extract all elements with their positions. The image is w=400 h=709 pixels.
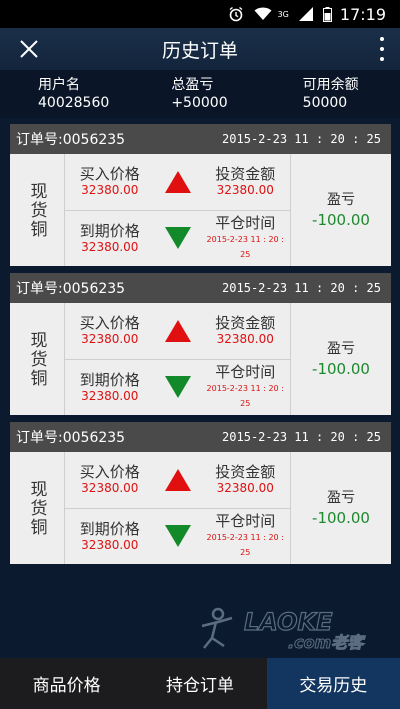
invest-amount-label: 投资金额 <box>215 463 276 482</box>
svg-text:.com老客: .com老客 <box>288 633 366 652</box>
order-time: 2015-2-23 11 : 20 : 25 <box>222 430 381 444</box>
close-time-value: 2015-2-23 11 : 20 : 25 <box>206 533 284 558</box>
invest-amount-label: 投资金额 <box>215 314 276 333</box>
status-bar: 3G 17:19 <box>0 0 400 28</box>
summary-profit: 总盈亏 +50000 <box>135 70 268 118</box>
bottom-tab-bar: 商品价格 持仓订单 交易历史 <box>0 658 400 709</box>
product-name: 现货铜 <box>26 479 47 537</box>
expire-price-label: 到期价格 <box>79 370 140 389</box>
buy-price-value: 32380.00 <box>81 332 139 347</box>
close-time-value: 2015-2-23 11 : 20 : 25 <box>206 235 284 260</box>
up-arrow-icon <box>155 170 201 193</box>
down-arrow-icon <box>155 376 201 399</box>
expire-price-value: 32380.00 <box>81 537 139 552</box>
down-arrow-icon <box>155 227 201 250</box>
app-header: 历史订单 <box>0 28 400 70</box>
invest-amount-value: 32380.00 <box>216 332 274 347</box>
svg-text:LAOKE: LAOKE <box>244 608 333 636</box>
total-profit-value: +50000 <box>171 95 228 111</box>
network-type-label: 3G <box>277 9 289 19</box>
page-title: 历史订单 <box>161 39 238 62</box>
close-time-label: 平仓时间 <box>215 214 276 233</box>
total-profit-label: 总盈亏 <box>171 77 214 93</box>
more-options-icon[interactable] <box>376 35 388 63</box>
alarm-icon <box>228 6 244 22</box>
account-summary: 用户名 40028560 总盈亏 +50000 可用余额 50000 <box>0 70 400 118</box>
order-card[interactable]: 订单号:0056235 2015-2-23 11 : 20 : 25 现货铜 买… <box>10 124 391 266</box>
order-header: 订单号:0056235 2015-2-23 11 : 20 : 25 <box>10 273 391 303</box>
buy-price-value: 32380.00 <box>81 183 139 198</box>
expire-price-value: 32380.00 <box>81 388 139 403</box>
order-card[interactable]: 订单号:0056235 2015-2-23 11 : 20 : 25 现货铜 买… <box>10 273 391 415</box>
product-name: 现货铜 <box>26 330 47 388</box>
watermark-logo: LAOKE .com老客 <box>196 604 381 653</box>
invest-amount-label: 投资金额 <box>215 165 276 184</box>
close-time-label: 平仓时间 <box>215 363 276 382</box>
summary-balance: 可用余额 50000 <box>269 70 400 118</box>
battery-icon <box>322 6 332 22</box>
expire-price-value: 32380.00 <box>81 239 139 254</box>
clock: 17:19 <box>339 4 386 24</box>
order-number: 订单号:0056235 <box>16 281 126 297</box>
tab-product-prices[interactable]: 商品价格 <box>0 658 133 709</box>
order-body: 现货铜 买入价格 32380.00 投资金额 32380.00 到期价格 323… <box>10 452 391 564</box>
profit-loss-label: 盈亏 <box>327 192 355 208</box>
order-body: 现货铜 买入价格 32380.00 投资金额 32380.00 到期价格 323… <box>10 154 391 266</box>
buy-price-label: 买入价格 <box>79 314 140 333</box>
order-time: 2015-2-23 11 : 20 : 25 <box>222 281 381 295</box>
order-number: 订单号:0056235 <box>16 132 126 148</box>
profit-loss-value: -100.00 <box>312 211 370 229</box>
profit-loss-label: 盈亏 <box>327 341 355 357</box>
profit-loss-value: -100.00 <box>312 509 370 527</box>
wifi-icon <box>254 7 272 21</box>
order-header: 订单号:0056235 2015-2-23 11 : 20 : 25 <box>10 124 391 154</box>
order-number: 订单号:0056235 <box>16 430 126 446</box>
tab-trade-history[interactable]: 交易历史 <box>266 658 400 709</box>
buy-price-label: 买入价格 <box>79 165 140 184</box>
order-list: 订单号:0056235 2015-2-23 11 : 20 : 25 现货铜 买… <box>10 124 391 571</box>
order-card[interactable]: 订单号:0056235 2015-2-23 11 : 20 : 25 现货铜 买… <box>10 422 391 564</box>
up-arrow-icon <box>155 468 201 491</box>
order-header: 订单号:0056235 2015-2-23 11 : 20 : 25 <box>10 422 391 452</box>
signal-icon <box>298 7 313 21</box>
profit-loss-value: -100.00 <box>312 360 370 378</box>
expire-price-label: 到期价格 <box>79 519 140 538</box>
expire-price-label: 到期价格 <box>79 221 140 240</box>
buy-price-value: 32380.00 <box>81 481 139 496</box>
down-arrow-icon <box>155 525 201 548</box>
close-time-label: 平仓时间 <box>215 512 276 531</box>
user-label: 用户名 <box>38 77 80 93</box>
balance-label: 可用余额 <box>302 77 359 93</box>
profit-loss-label: 盈亏 <box>327 490 355 506</box>
user-value: 40028560 <box>38 95 110 111</box>
order-body: 现货铜 买入价格 32380.00 投资金额 32380.00 到期价格 323… <box>10 303 391 415</box>
summary-user: 用户名 40028560 <box>0 70 135 118</box>
product-name: 现货铜 <box>26 181 47 239</box>
tab-open-orders[interactable]: 持仓订单 <box>133 658 266 709</box>
order-time: 2015-2-23 11 : 20 : 25 <box>222 132 381 146</box>
close-icon[interactable] <box>18 38 40 60</box>
up-arrow-icon <box>155 319 201 342</box>
invest-amount-value: 32380.00 <box>216 183 274 198</box>
invest-amount-value: 32380.00 <box>216 481 274 496</box>
close-time-value: 2015-2-23 11 : 20 : 25 <box>206 384 284 409</box>
buy-price-label: 买入价格 <box>79 463 140 482</box>
balance-value: 50000 <box>302 95 348 111</box>
